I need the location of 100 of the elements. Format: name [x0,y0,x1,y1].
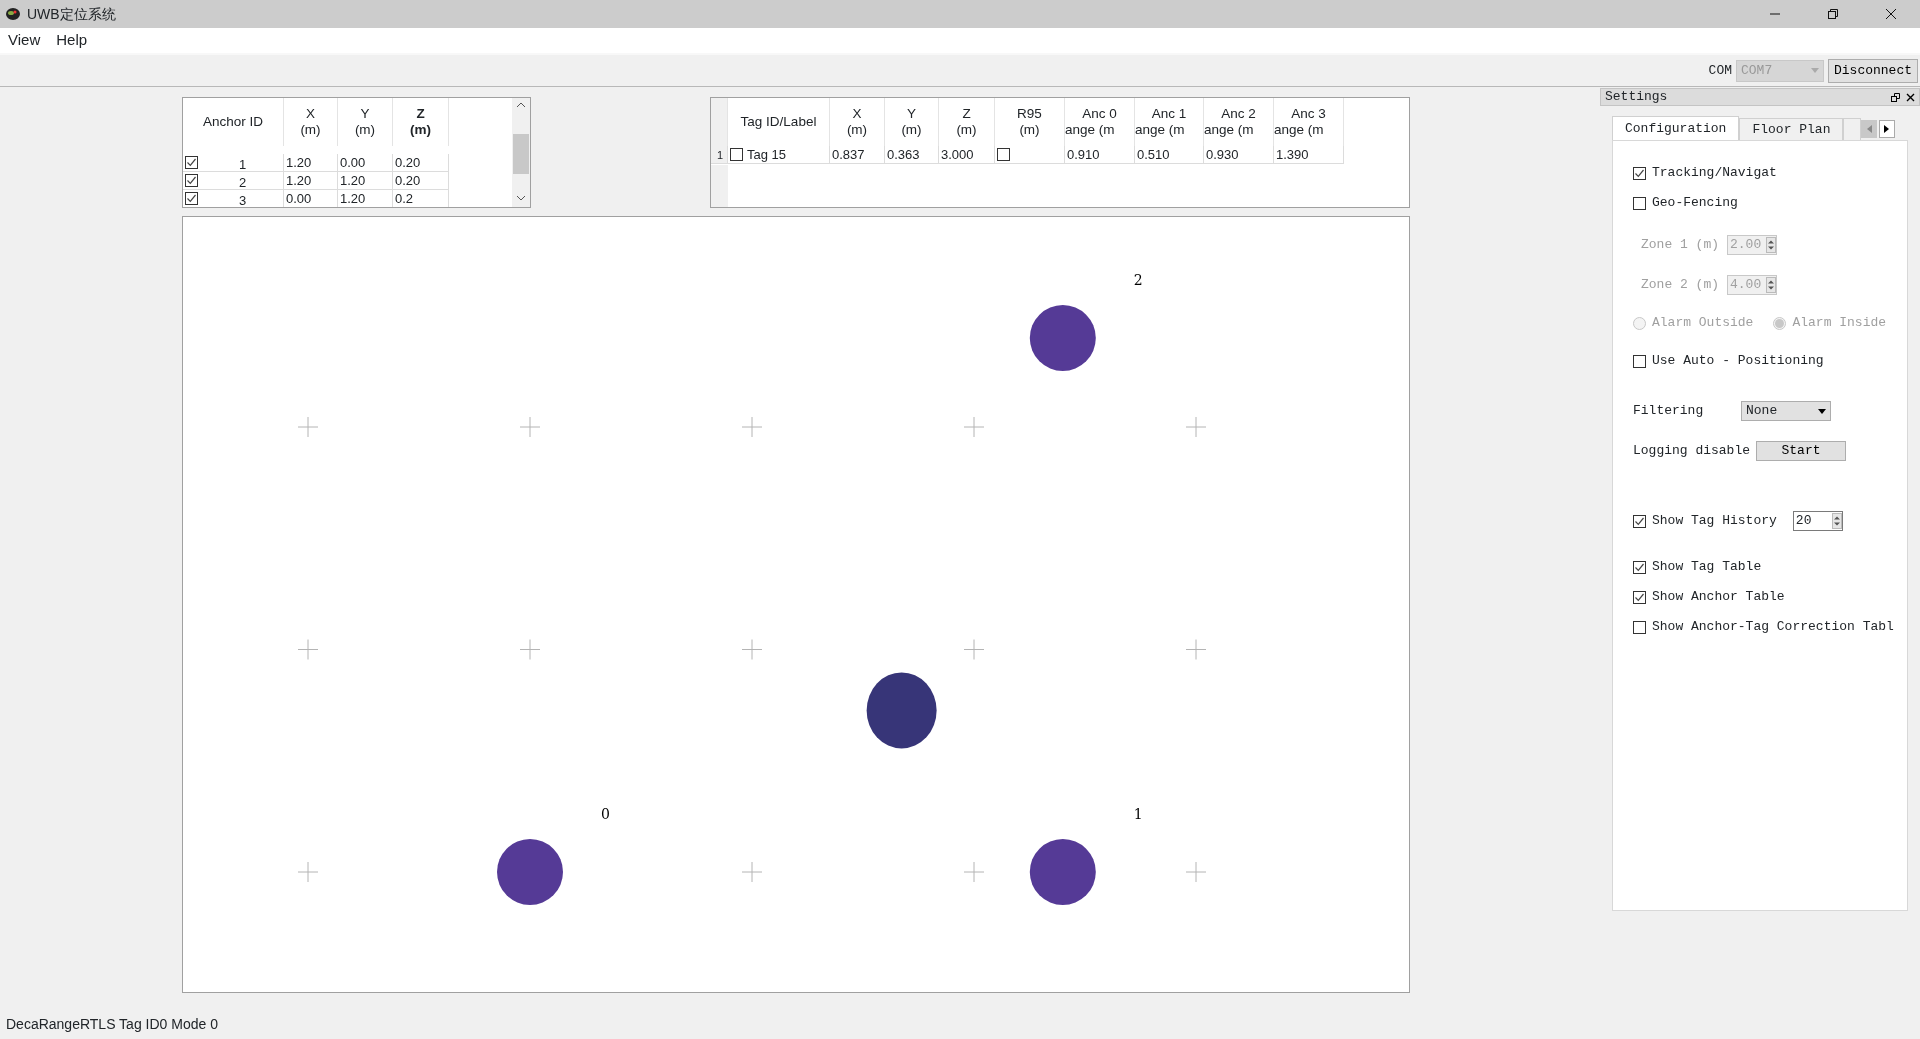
scrollbar[interactable] [512,98,530,207]
table-cell: 0.00 [284,190,338,207]
anchor-marker [1029,839,1096,905]
grid-mark [297,416,319,438]
tab[interactable]: Floor Plan [1739,118,1844,140]
table-corner [711,98,728,146]
table-cell: 3.000 [939,146,995,164]
checkbox[interactable] [1633,590,1646,604]
column-header: X (m) [830,98,885,146]
grid-mark [519,639,541,660]
grid-mark [741,416,763,438]
column-header: R95 (m) [995,98,1065,146]
app-icon [5,6,21,22]
checkbox-label: Show Tag Table [1652,558,1762,577]
checkbox[interactable] [185,174,198,187]
field-label: Filtering [1633,402,1705,421]
checkbox[interactable] [185,156,198,169]
table-cell-text: 1 [237,155,248,174]
grid-mark [1185,861,1207,883]
checkbox[interactable] [1633,620,1646,634]
checkbox-label: Show Anchor-Tag Correction Tabl [1652,618,1894,637]
close-icon[interactable] [1906,92,1915,102]
checkbox-label: Show Anchor Table [1652,588,1785,607]
tab[interactable]: Configuration [1612,116,1740,140]
close-icon [1886,9,1896,19]
table-cell: 0.910 [1065,146,1135,164]
window-title: UWB定位系统 [27,4,117,24]
table-cell: 1.390 [1274,146,1344,164]
table-cell: 0.363 [885,146,939,164]
anchor-label: 2 [1133,272,1143,288]
column-header: Y (m) [338,98,393,146]
table-cell: 0.837 [830,146,885,164]
column-header: Anchor ID [183,98,284,146]
table-cell: 0.510 [1135,146,1204,164]
field-label: Zone 1 (m) [1641,236,1720,255]
table-cell: 0.2 [393,190,449,207]
table-cell: 1.20 [338,172,393,190]
radio-label: Alarm Inside [1792,314,1887,333]
column-header: Z (m) [939,98,995,146]
table-cell-text: 2 [237,173,248,192]
spin-arrows-icon[interactable] [1831,513,1842,529]
anchor-label: 0 [601,806,610,822]
column-header: Z (m) [393,98,449,146]
column-header: Anc 1 ange (m [1135,98,1204,146]
checkbox[interactable] [1633,166,1646,180]
status-text: DecaRangeRTLS Tag ID0 Mode 0 [6,1016,218,1032]
dock-title: Settings [1605,88,1669,107]
grid-mark [963,639,985,660]
table-cell: Tag 15 [747,145,787,164]
checkbox[interactable] [1633,354,1646,368]
checkbox-label: Use Auto - Positioning [1652,352,1824,371]
field-label: Zone 2 (m) [1641,276,1720,295]
com-label: COM [1708,61,1732,80]
checkbox[interactable] [730,148,743,161]
column-header: X (m) [284,98,338,146]
table-cell-text: 3 [237,191,248,207]
table-cell: 0.20 [393,154,449,172]
menu-item[interactable]: View [0,29,49,52]
caret-icon [1818,408,1826,414]
row-header-strip [711,165,728,207]
table-cell: 0.00 [338,154,393,172]
column-header: Anc 0 ange (m [1065,98,1135,146]
table-cell: 1.20 [284,172,338,190]
grid-mark [741,639,763,660]
table-cell: 0.930 [1204,146,1274,164]
column-header: Anc 3 ange (m [1274,98,1344,146]
column-header: Anc 2 ange (m [1204,98,1274,146]
grid-mark [741,861,763,883]
filter-dropdown[interactable]: None [1741,401,1831,421]
checkbox[interactable] [1633,196,1646,210]
checkbox[interactable] [1633,560,1646,574]
checkbox[interactable] [997,148,1010,161]
table-cell: 1.20 [338,190,393,207]
restore-icon [1828,9,1838,19]
anchor-label: 1 [1133,806,1143,822]
menu-item[interactable]: Help [48,29,96,52]
spin-box[interactable]: 20 [1792,511,1843,531]
checkbox-label: Tracking/Navigat [1652,164,1777,183]
start-button[interactable]: Start [1756,441,1847,461]
checkbox[interactable] [1633,514,1646,528]
checkbox[interactable] [185,192,198,205]
field-label: Logging disable [1633,442,1751,461]
grid-mark [519,416,541,438]
checkbox-label: Show Tag History [1652,512,1777,531]
grid-mark [963,416,985,438]
tab-scroll-arrows[interactable] [1861,120,1896,138]
grid-mark [1185,639,1207,660]
column-header: Tag ID/Label [728,98,830,146]
anchor-marker [1029,305,1096,371]
anchor-marker [497,839,563,905]
row-number: 1 [711,146,728,164]
table-cell: 0.20 [393,172,449,190]
table-cell: 1.20 [284,154,338,172]
grid-mark [1185,416,1207,438]
float-icon[interactable] [1891,92,1900,102]
grid-mark [297,861,319,883]
caret-icon [1811,68,1819,73]
grid-mark [297,639,319,660]
disconnect-button[interactable]: Disconnect [1828,58,1918,83]
checkbox-label: Geo-Fencing [1652,194,1738,213]
